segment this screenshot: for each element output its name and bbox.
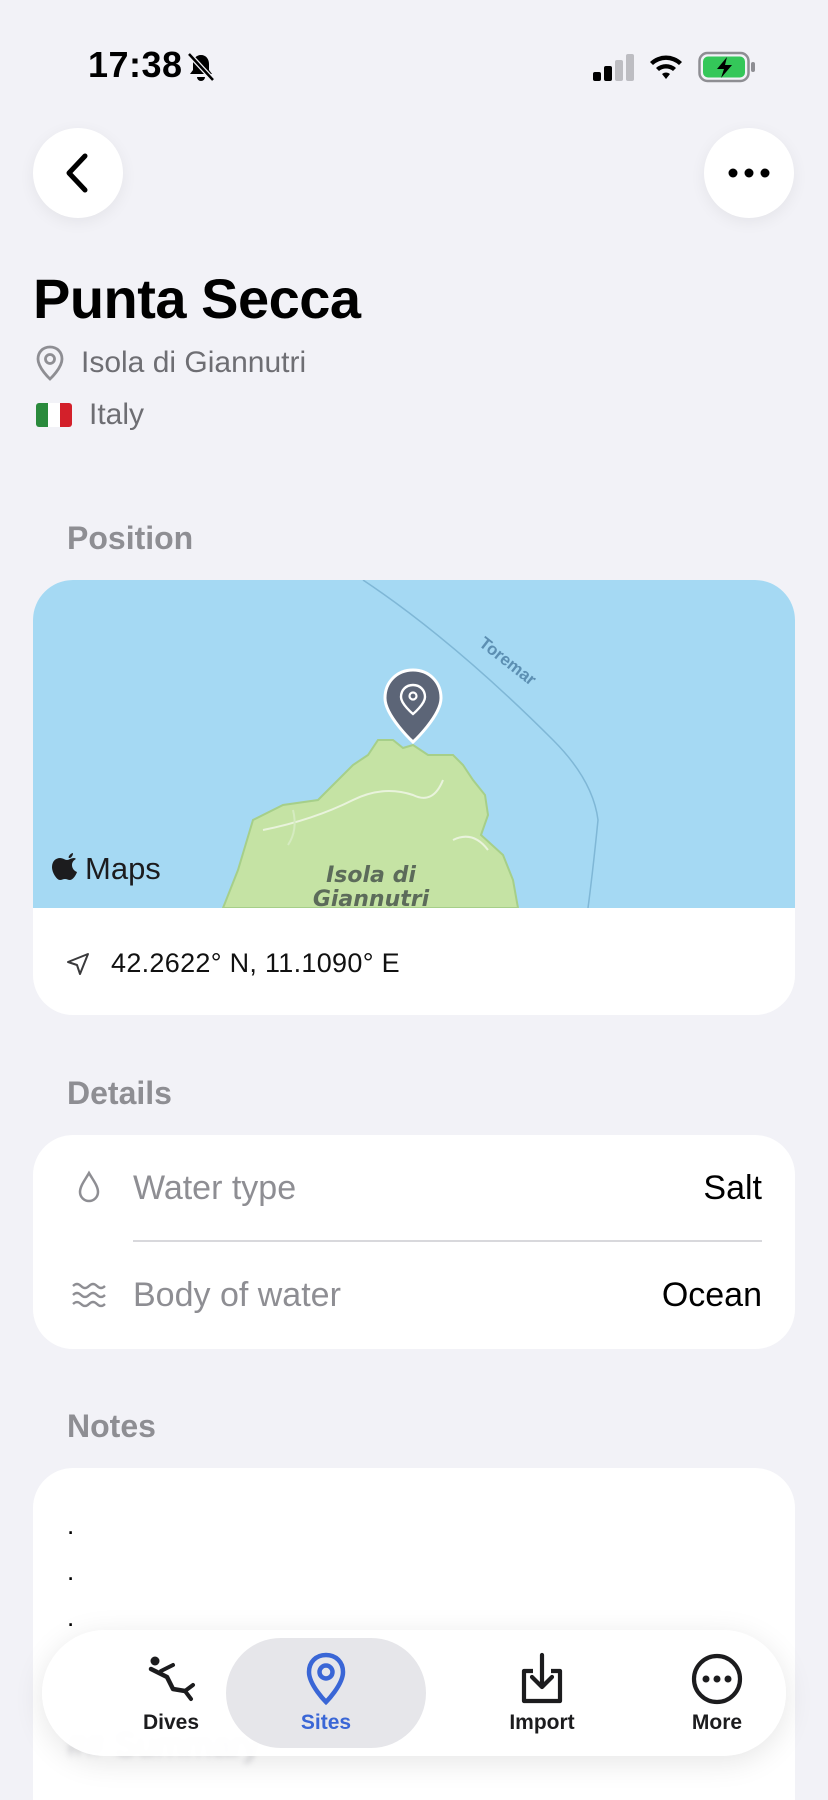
position-card: Toremar Isola di Giannutri Maps 42.2622°… xyxy=(33,580,795,1015)
tab-sites[interactable]: Sites xyxy=(226,1630,426,1756)
note-line: . xyxy=(67,1602,75,1632)
status-bar: 17:38 xyxy=(0,0,828,120)
notes-section-label: Notes xyxy=(67,1408,156,1444)
ellipsis-icon xyxy=(728,168,770,178)
body-of-water-label: Body of water xyxy=(133,1275,341,1314)
tab-dives-label: Dives xyxy=(142,1711,200,1734)
tab-import[interactable]: Import xyxy=(462,1630,622,1756)
body-of-water-value: Ocean xyxy=(661,1275,762,1314)
pin-icon xyxy=(306,1652,346,1706)
tab-more[interactable]: More xyxy=(642,1630,792,1756)
diver-icon xyxy=(148,1656,195,1701)
site-country: Italy xyxy=(36,398,144,432)
detail-row-body-of-water: Body of water Ocean xyxy=(33,1242,795,1348)
details-card: Water type Salt Body of water Ocean xyxy=(33,1135,795,1349)
more-options-button[interactable] xyxy=(704,128,794,218)
import-icon xyxy=(521,1652,563,1704)
detail-row-water-type: Water type Salt xyxy=(33,1135,795,1242)
page-title: Punta Secca xyxy=(33,267,361,330)
country-text: Italy xyxy=(89,398,145,431)
tab-more-label: More xyxy=(691,1711,743,1734)
location-pin-icon xyxy=(36,345,64,381)
cellular-signal-icon xyxy=(593,54,634,81)
note-line: . xyxy=(67,1556,75,1586)
map-view[interactable]: Toremar Isola di Giannutri Maps xyxy=(33,580,795,912)
italy-flag-icon xyxy=(36,403,72,427)
ellipsis-circle-icon xyxy=(691,1653,743,1705)
bell-slash-icon xyxy=(187,52,215,82)
status-time: 17:38 xyxy=(88,44,183,85)
site-location: Isola di Giannutri xyxy=(33,344,306,382)
battery-charging-icon xyxy=(698,51,755,83)
position-section-label: Position xyxy=(67,520,194,556)
wifi-icon xyxy=(650,55,682,79)
tab-dives[interactable]: Dives xyxy=(96,1630,246,1756)
tab-sites-label: Sites xyxy=(300,1711,352,1734)
water-type-label: Water type xyxy=(133,1168,297,1207)
maps-attribution-text: Maps xyxy=(85,851,161,886)
coordinates-row[interactable]: 42.2622° N, 11.1090° E xyxy=(65,948,400,979)
waves-icon xyxy=(72,1282,106,1308)
drop-icon xyxy=(78,1170,100,1203)
location-text: Isola di Giannutri xyxy=(81,346,307,379)
coordinates-text: 42.2622° N, 11.1090° E xyxy=(111,948,400,978)
details-section-label: Details xyxy=(67,1075,172,1111)
back-button[interactable] xyxy=(33,128,123,218)
note-line: . xyxy=(67,1510,75,1540)
water-type-value: Salt xyxy=(703,1168,762,1207)
location-arrow-icon xyxy=(67,952,89,975)
chevron-left-icon xyxy=(66,153,88,193)
map-island-label-1: Isola di xyxy=(326,863,416,888)
tab-bar: Dives Sites Import More xyxy=(42,1630,786,1756)
map-island-label-2: Giannutri xyxy=(313,887,430,908)
tab-import-label: Import xyxy=(509,1711,575,1734)
